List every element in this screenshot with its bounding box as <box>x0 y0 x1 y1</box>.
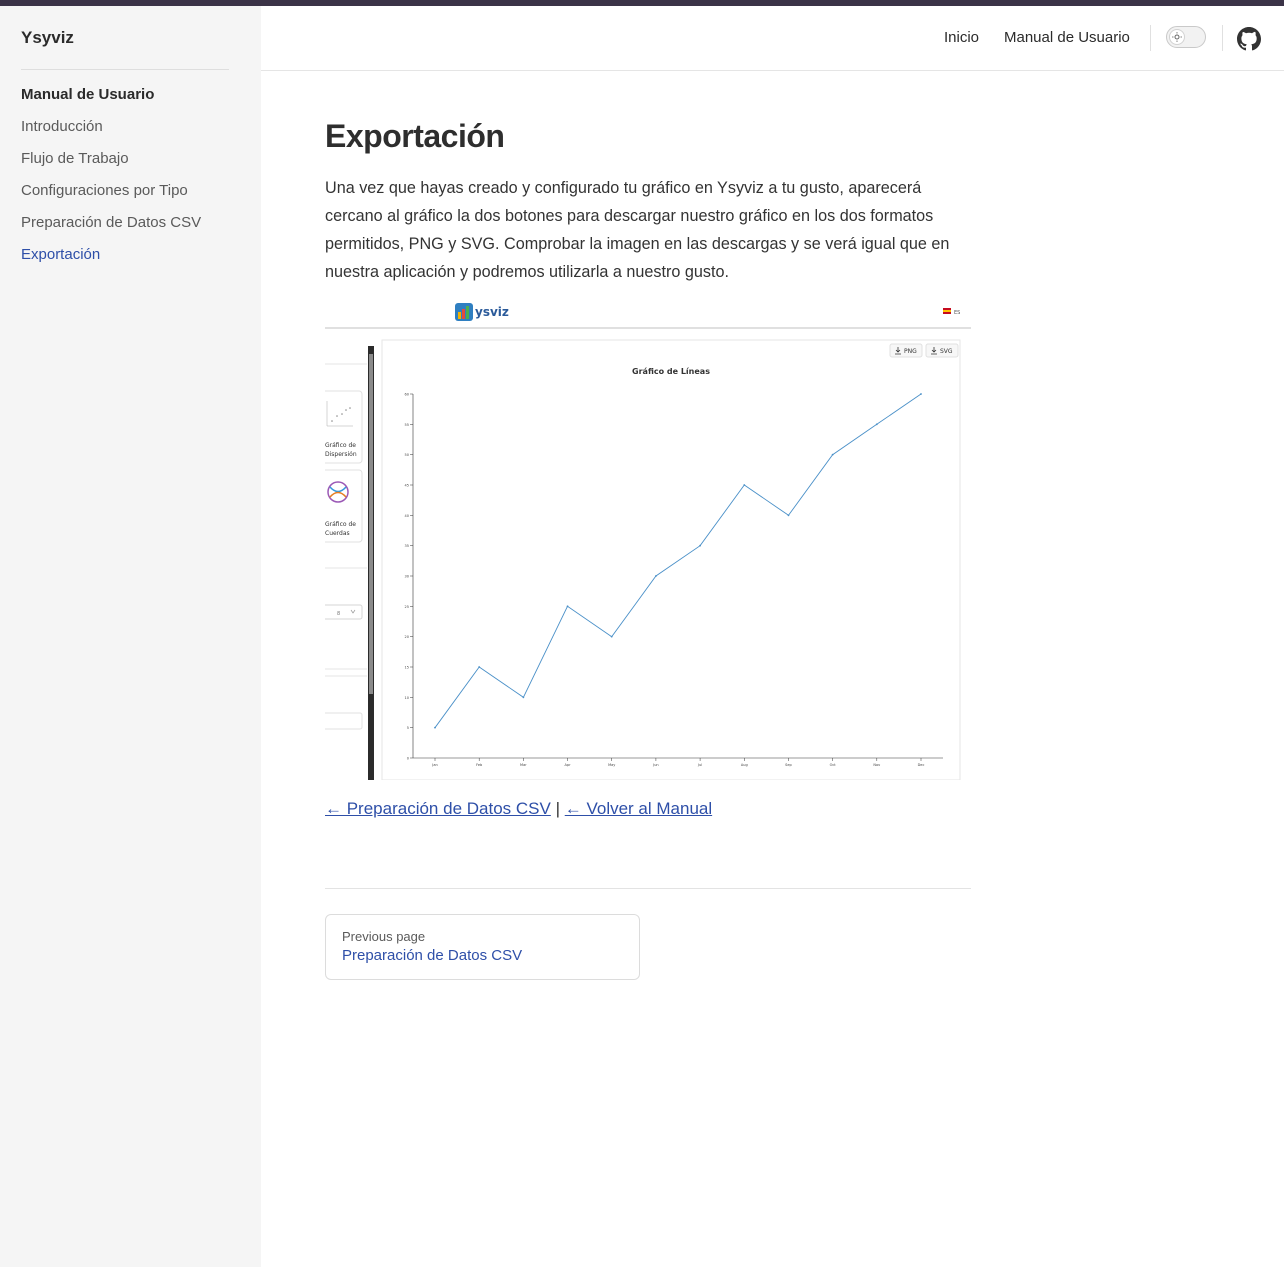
chart-data-point <box>610 635 613 638</box>
chart-data-point <box>920 393 922 395</box>
spain-flag-icon <box>943 308 951 314</box>
y-tick-label: 40 <box>405 514 409 518</box>
y-tick-label: 25 <box>405 605 409 609</box>
scrollbar-thumb <box>369 354 373 694</box>
x-tick-label: Jan <box>431 763 437 767</box>
x-tick-label: Sep <box>785 763 792 767</box>
link-volver-manual[interactable]: ← Volver al Manual <box>565 799 712 818</box>
previous-page-label: Previous page <box>342 929 426 944</box>
y-tick-label: 10 <box>405 696 409 700</box>
x-tick-label: Mar <box>520 763 527 767</box>
sidebar-item-preparacion[interactable]: Preparación de Datos CSV <box>21 212 201 244</box>
chart-data-point <box>875 423 878 426</box>
card-chord-line2: Cuerdas <box>325 530 350 537</box>
export-screenshot: ysviz ES Gráfico de Dispersión Gráfico d… <box>325 296 971 780</box>
svg-button-label: SVG <box>940 348 953 355</box>
x-tick-label: Apr <box>565 763 572 767</box>
x-tick-label: Aug <box>741 763 748 767</box>
header-separator <box>1150 25 1151 51</box>
sidebar-item-manual[interactable]: Manual de Usuario <box>21 84 201 116</box>
y-tick-label: 35 <box>405 544 409 548</box>
y-tick-label: 0 <box>407 757 409 761</box>
x-tick-label: Oct <box>830 763 837 767</box>
link-prev-preparacion[interactable]: ← Preparación de Datos CSV <box>325 799 551 818</box>
y-tick-label: 45 <box>405 484 409 488</box>
card-scatter-line1: Gráfico de <box>325 442 356 449</box>
chart-data-point <box>699 544 701 547</box>
png-button-label: PNG <box>904 348 917 355</box>
select-field <box>325 604 363 620</box>
x-tick-label: Jul <box>697 763 702 767</box>
x-tick-label: Jun <box>652 763 658 767</box>
sidebar-nav: Manual de Usuario Introducción Flujo de … <box>21 84 201 276</box>
sun-icon <box>1169 29 1185 45</box>
ysyviz-logo-text: ysviz <box>475 305 509 319</box>
sidebar-item-configuraciones[interactable]: Configuraciones por Tipo <box>21 180 201 212</box>
theme-toggle[interactable] <box>1166 26 1206 48</box>
chart-panel <box>381 339 961 780</box>
x-tick-label: Nov <box>873 763 880 767</box>
sidebar-divider <box>21 69 229 70</box>
github-icon[interactable] <box>1237 27 1261 51</box>
language-selector: ES <box>954 310 960 316</box>
top-header: Inicio Manual de Usuario <box>261 6 1284 71</box>
page-paragraph: Una vez que hayas creado y configurado t… <box>325 179 950 281</box>
links-separator: | <box>555 799 560 818</box>
previous-page-title[interactable]: Preparación de Datos CSV <box>342 947 522 964</box>
x-tick-label: May <box>608 763 615 767</box>
nav-manual[interactable]: Manual de Usuario <box>1004 29 1130 46</box>
y-tick-label: 50 <box>405 453 409 457</box>
y-tick-label: 60 <box>405 393 409 397</box>
nav-inicio[interactable]: Inicio <box>944 29 979 46</box>
select-value: 8 <box>337 611 340 617</box>
ysyviz-logo-icon <box>455 303 473 321</box>
x-tick-label: Dec <box>918 763 925 767</box>
chart-data-point <box>831 453 834 456</box>
page-title: Exportación <box>325 118 505 154</box>
y-tick-label: 20 <box>405 635 409 639</box>
page-links: ← Preparación de Datos CSV | ← Volver al… <box>325 799 712 819</box>
site-brand[interactable]: Ysyviz <box>21 28 74 48</box>
chart-data-point <box>434 726 436 729</box>
chart-data-point <box>743 484 746 486</box>
card-scatter-line2: Dispersión <box>325 451 357 458</box>
y-tick-label: 15 <box>405 666 409 670</box>
card-chord-line1: Gráfico de <box>325 521 356 528</box>
content-divider <box>325 888 971 889</box>
y-tick-label: 55 <box>405 423 409 427</box>
x-tick-label: Feb <box>476 763 483 767</box>
chart-data-point <box>787 514 790 517</box>
chart-data-point <box>478 666 481 668</box>
chart-data-point <box>655 575 657 577</box>
sidebar: Ysyviz Manual de Usuario Introducción Fl… <box>0 6 261 1267</box>
sidebar-item-exportacion[interactable]: Exportación <box>21 244 201 276</box>
y-tick-label: 30 <box>405 575 409 579</box>
chart-title: Gráfico de Líneas <box>632 367 710 376</box>
sidebar-item-introduccion[interactable]: Introducción <box>21 116 201 148</box>
y-tick-label: 5 <box>407 726 409 730</box>
chart-data-point <box>522 696 525 699</box>
header-separator-2 <box>1222 25 1223 51</box>
sidebar-item-flujo[interactable]: Flujo de Trabajo <box>21 148 201 180</box>
chart-data-point <box>566 605 569 608</box>
previous-page-card[interactable]: Previous page Preparación de Datos CSV <box>325 914 640 980</box>
